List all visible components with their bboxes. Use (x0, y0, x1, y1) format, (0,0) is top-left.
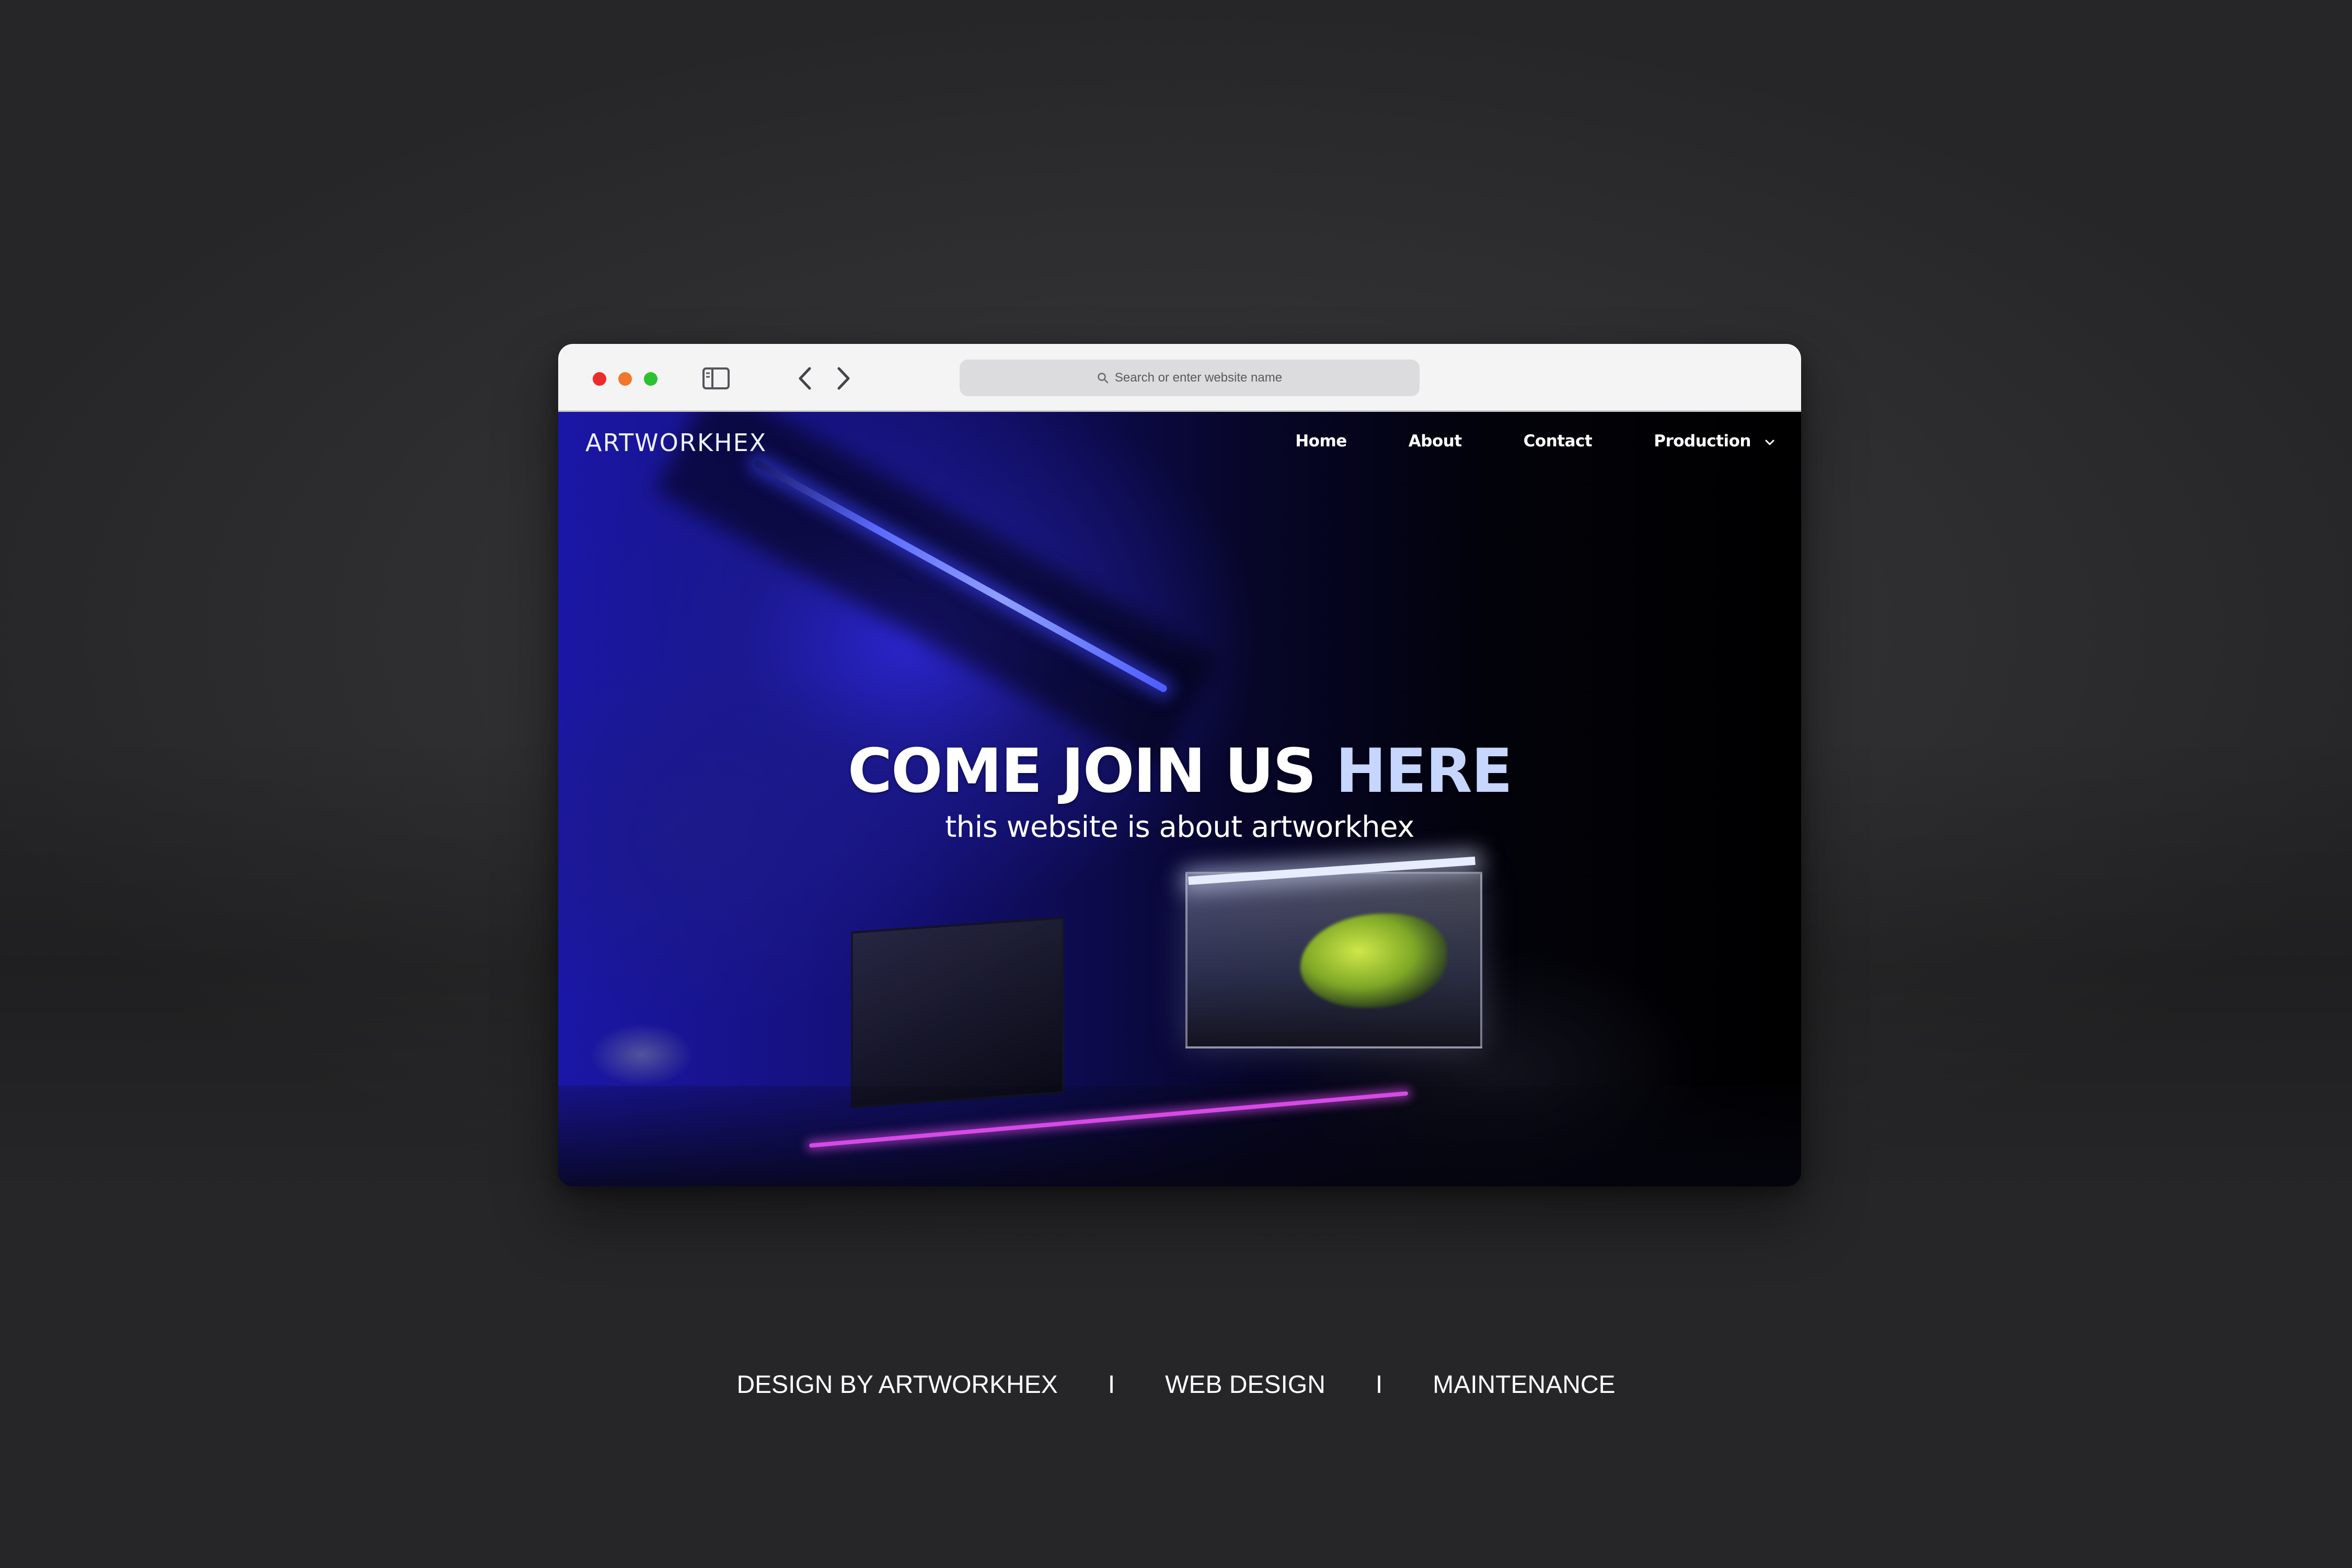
nav-item-label: About (1408, 432, 1462, 451)
monitor-shape (851, 916, 1064, 1109)
caption-maintenance: MAINTENANCE (1433, 1371, 1616, 1399)
nav-item-about[interactable]: About (1409, 432, 1462, 451)
caption-web-design: WEB DESIGN (1165, 1371, 1325, 1399)
browser-toolbar: Search or enter website name (558, 344, 1801, 412)
nav-item-contact[interactable]: Contact (1524, 432, 1593, 451)
nav-item-label: Home (1295, 432, 1347, 451)
left-glow (590, 1023, 694, 1086)
address-placeholder: Search or enter website name (1114, 371, 1283, 385)
hero-headline: COME JOIN US HERE (558, 736, 1801, 806)
hero-section: ARTWORKHEX Home About Contact Production (558, 412, 1801, 1186)
hero-subline: this website is about artworkhex (945, 810, 1414, 844)
nav-item-home[interactable]: Home (1295, 432, 1347, 451)
caption-separator: I (1108, 1371, 1115, 1399)
sidebar-icon[interactable] (700, 363, 732, 394)
nav-item-label: Production (1654, 432, 1751, 451)
chevron-down-icon (1765, 432, 1775, 451)
nav-item-label: Contact (1523, 432, 1593, 451)
forward-icon[interactable] (828, 363, 859, 394)
site-logo[interactable]: ARTWORKHEX (585, 429, 767, 457)
ceiling-shadow (654, 412, 1218, 769)
headline-main: COME JOIN US (847, 736, 1336, 806)
search-icon (1097, 372, 1109, 384)
minimize-window-button[interactable] (618, 372, 632, 386)
desk-surface (558, 1086, 1801, 1186)
back-icon[interactable] (789, 363, 821, 394)
browser-window: Search or enter website name ARTWORKHEX (558, 344, 1801, 1186)
nav-item-production[interactable]: Production (1654, 432, 1775, 451)
caption-design-by: DESIGN BY ARTWORKHEX (736, 1371, 1058, 1399)
address-bar[interactable]: Search or enter website name (960, 360, 1420, 396)
headline-accent: HERE (1335, 736, 1513, 806)
site-nav: Home About Contact Production (1295, 432, 1775, 451)
maximize-window-button[interactable] (644, 372, 658, 386)
footer-caption: DESIGN BY ARTWORKHEX I WEB DESIGN I MAIN… (0, 1370, 2352, 1399)
caption-separator: I (1375, 1371, 1383, 1399)
close-window-button[interactable] (593, 372, 606, 386)
